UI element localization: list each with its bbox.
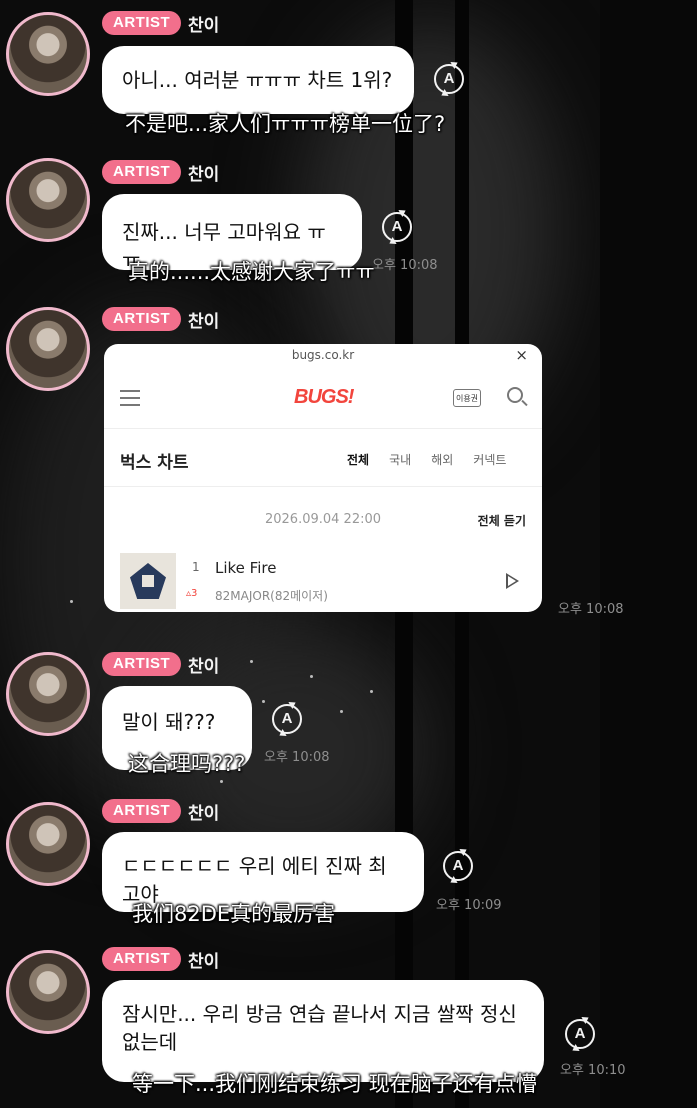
site-header: BUGS! 이용권 [104,370,542,429]
message-timestamp: 오후 10:08 [264,750,330,765]
translate-icon[interactable]: A [565,1019,595,1049]
chat-message: ARTIST 찬이 말이 돼??? A 오후 10:08 这合理吗??? [0,646,697,796]
sender-name: 찬이 [188,16,220,36]
chat-message: ARTIST 찬이 잠시만... 우리 방금 연습 끝나서 지금 쌀짝 정신 없… [0,942,697,1108]
chart-tabs: 전체 국내 해외 커넥트 [347,451,506,468]
artist-avatar[interactable] [6,652,90,736]
message-timestamp: 오후 10:08 [372,258,438,273]
translate-icon[interactable]: A [272,704,302,734]
play-icon[interactable] [506,573,519,589]
artist-avatar[interactable] [6,802,90,886]
artist-avatar[interactable] [6,12,90,96]
artist-badge: ARTIST [102,11,182,35]
translate-icon[interactable]: A [443,851,473,881]
sender-name: 찬이 [188,804,220,824]
tab-all[interactable]: 전체 [347,451,369,468]
translation-subtitle: 不是吧...家人们ㅠㅠㅠ榜单一位了? [125,112,446,136]
artist-avatar[interactable] [6,950,90,1034]
song-title[interactable]: Like Fire [215,559,276,577]
chart-timestamp: 2026.09.04 22:00 [264,512,382,527]
translation-subtitle: 这合理吗??? [128,752,246,776]
sender-name: 찬이 [188,952,220,972]
translate-icon[interactable]: A [434,64,464,94]
search-icon[interactable] [507,387,523,403]
artist-badge: ARTIST [102,947,182,971]
artist-badge: ARTIST [102,652,182,676]
tab-domestic[interactable]: 국내 [389,451,411,468]
message-timestamp: 오후 10:08 [558,602,624,617]
close-icon[interactable]: × [515,346,528,364]
hamburger-menu-icon[interactable] [120,390,140,406]
url-bar: bugs.co.kr [291,348,355,362]
message-timestamp: 오후 10:09 [436,898,502,913]
artist-badge: ARTIST [102,799,182,823]
artist-avatar[interactable] [6,158,90,242]
message-text: 없는데 [122,1030,178,1054]
song-artist[interactable]: 82MAJOR(82메이저) [215,587,328,604]
sender-name: 찬이 [188,165,220,185]
chat-message: ARTIST 찬이 ㄷㄷㄷㄷㄷㄷ 우리 에티 진짜 최고야 A 오후 10:09… [0,794,697,944]
pass-button[interactable]: 이용권 [453,389,481,407]
chat-message: ARTIST 찬이 아니... 여러분 ㅠㅠㅠ 차트 1위? A 不是吧...家… [0,0,697,150]
chat-message: ARTIST 찬이 진짜... 너무 고마워요 ㅠㅠ A 오후 10:08 真的… [0,150,697,300]
album-art[interactable] [120,553,176,609]
bugs-logo[interactable]: BUGS! [294,386,354,409]
message-bubble[interactable]: 잠시만... 우리 방금 연습 끝나서 지금 쌀짝 정신 없는데 [102,980,544,1082]
rank-movement: ▵3 [186,588,198,599]
translation-subtitle: 我们82DE真的最厉害 [132,902,336,926]
message-text: 말이 돼??? [122,710,216,734]
message-bubble[interactable]: 아니... 여러분 ㅠㅠㅠ 차트 1위? [102,46,414,114]
listen-all-button[interactable]: 전체 듣기 [478,512,526,529]
bugs-chart-card[interactable]: bugs.co.kr × BUGS! 이용권 벅스 차트 전체 국내 해외 커넥… [104,344,542,612]
tab-connect[interactable]: 커넥트 [473,451,506,468]
message-timestamp: 오후 10:10 [560,1063,626,1078]
sender-name: 찬이 [188,657,220,677]
translate-icon[interactable]: A [382,212,412,242]
translation-subtitle: 真的......太感谢大家了ㅠㅠ [128,260,375,284]
message-text: 잠시만... 우리 방금 연습 끝나서 지금 쌀짝 정신 [122,1002,517,1026]
divider [104,486,542,487]
artist-badge: ARTIST [102,307,182,331]
message-text: 아니... 여러분 ㅠㅠㅠ 차트 1위? [122,68,393,92]
artist-avatar[interactable] [6,307,90,391]
tab-overseas[interactable]: 해외 [431,451,453,468]
sender-name: 찬이 [188,312,220,332]
chart-rank: 1 [192,560,200,574]
translation-subtitle: 等一下...我们刚结束练习 现在脑子还有点懵 [132,1072,537,1096]
artist-badge: ARTIST [102,160,182,184]
chart-title: 벅스 차트 [120,453,189,473]
